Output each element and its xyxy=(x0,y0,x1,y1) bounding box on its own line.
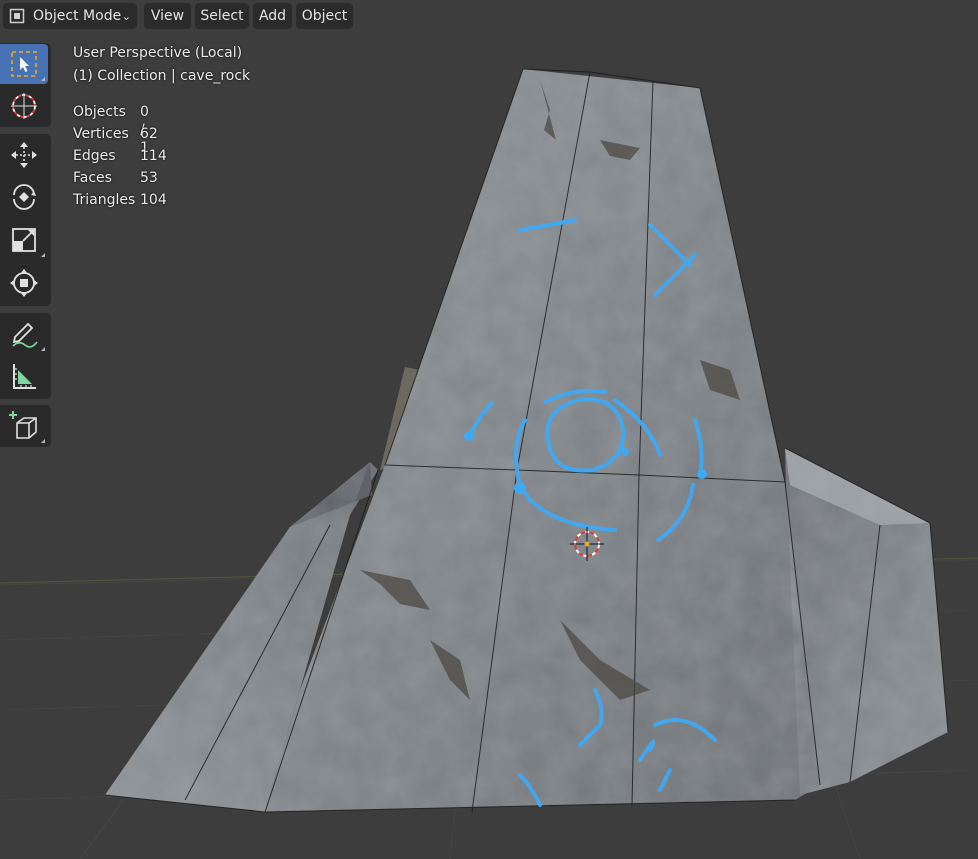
chevron-down-icon: ⌄ xyxy=(121,9,131,23)
transform-icon xyxy=(10,269,38,297)
stat-label: Faces xyxy=(73,170,112,186)
object-mode-dropdown[interactable]: Object Mode ⌄ xyxy=(3,3,137,29)
menu-select[interactable]: Select xyxy=(195,3,249,29)
stat-value: 104 xyxy=(140,192,167,208)
viewport-info: User Perspective (Local) (1) Collection … xyxy=(73,44,250,90)
menu-add[interactable]: Add xyxy=(253,3,292,29)
tool-add-cube[interactable] xyxy=(0,406,48,446)
object-mode-icon xyxy=(9,8,25,24)
toolbar-group-transform xyxy=(0,134,51,306)
stat-value: 114 xyxy=(140,148,167,164)
tool-rotate[interactable] xyxy=(0,177,48,217)
select-box-icon xyxy=(11,51,37,77)
scale-icon xyxy=(12,228,36,252)
toolbar-group-select xyxy=(0,43,51,127)
stat-label: Vertices xyxy=(73,126,129,142)
tool-annotate[interactable] xyxy=(0,314,48,354)
toolbar-group-annotate xyxy=(0,313,51,399)
tool-measure[interactable] xyxy=(0,356,48,396)
cursor-icon xyxy=(11,93,37,119)
object-mode-label: Object Mode xyxy=(33,8,122,24)
stat-value: 62 xyxy=(140,126,158,142)
tool-cursor[interactable] xyxy=(0,86,48,126)
collection-label: (1) Collection | cave_rock xyxy=(73,68,251,84)
viewport-header: Object Mode ⌄ View Select Add Object xyxy=(0,0,978,32)
measure-icon xyxy=(13,364,36,389)
menu-object[interactable]: Object xyxy=(296,3,353,29)
add-cube-icon xyxy=(9,411,37,439)
tool-select-box[interactable] xyxy=(0,44,48,84)
stat-label: Objects xyxy=(73,104,126,120)
menu-view[interactable]: View xyxy=(144,3,191,29)
rotate-icon xyxy=(13,184,36,210)
tool-move[interactable] xyxy=(0,135,48,175)
tool-scale[interactable] xyxy=(0,220,48,260)
stat-label: Triangles xyxy=(73,192,136,208)
stat-label: Edges xyxy=(73,148,116,164)
stat-value: 53 xyxy=(140,170,158,186)
toolbar-group-add xyxy=(0,405,51,447)
perspective-label: User Perspective (Local) xyxy=(73,45,243,61)
annotate-icon xyxy=(12,322,38,348)
tool-transform[interactable] xyxy=(0,263,48,303)
move-icon xyxy=(11,142,37,168)
